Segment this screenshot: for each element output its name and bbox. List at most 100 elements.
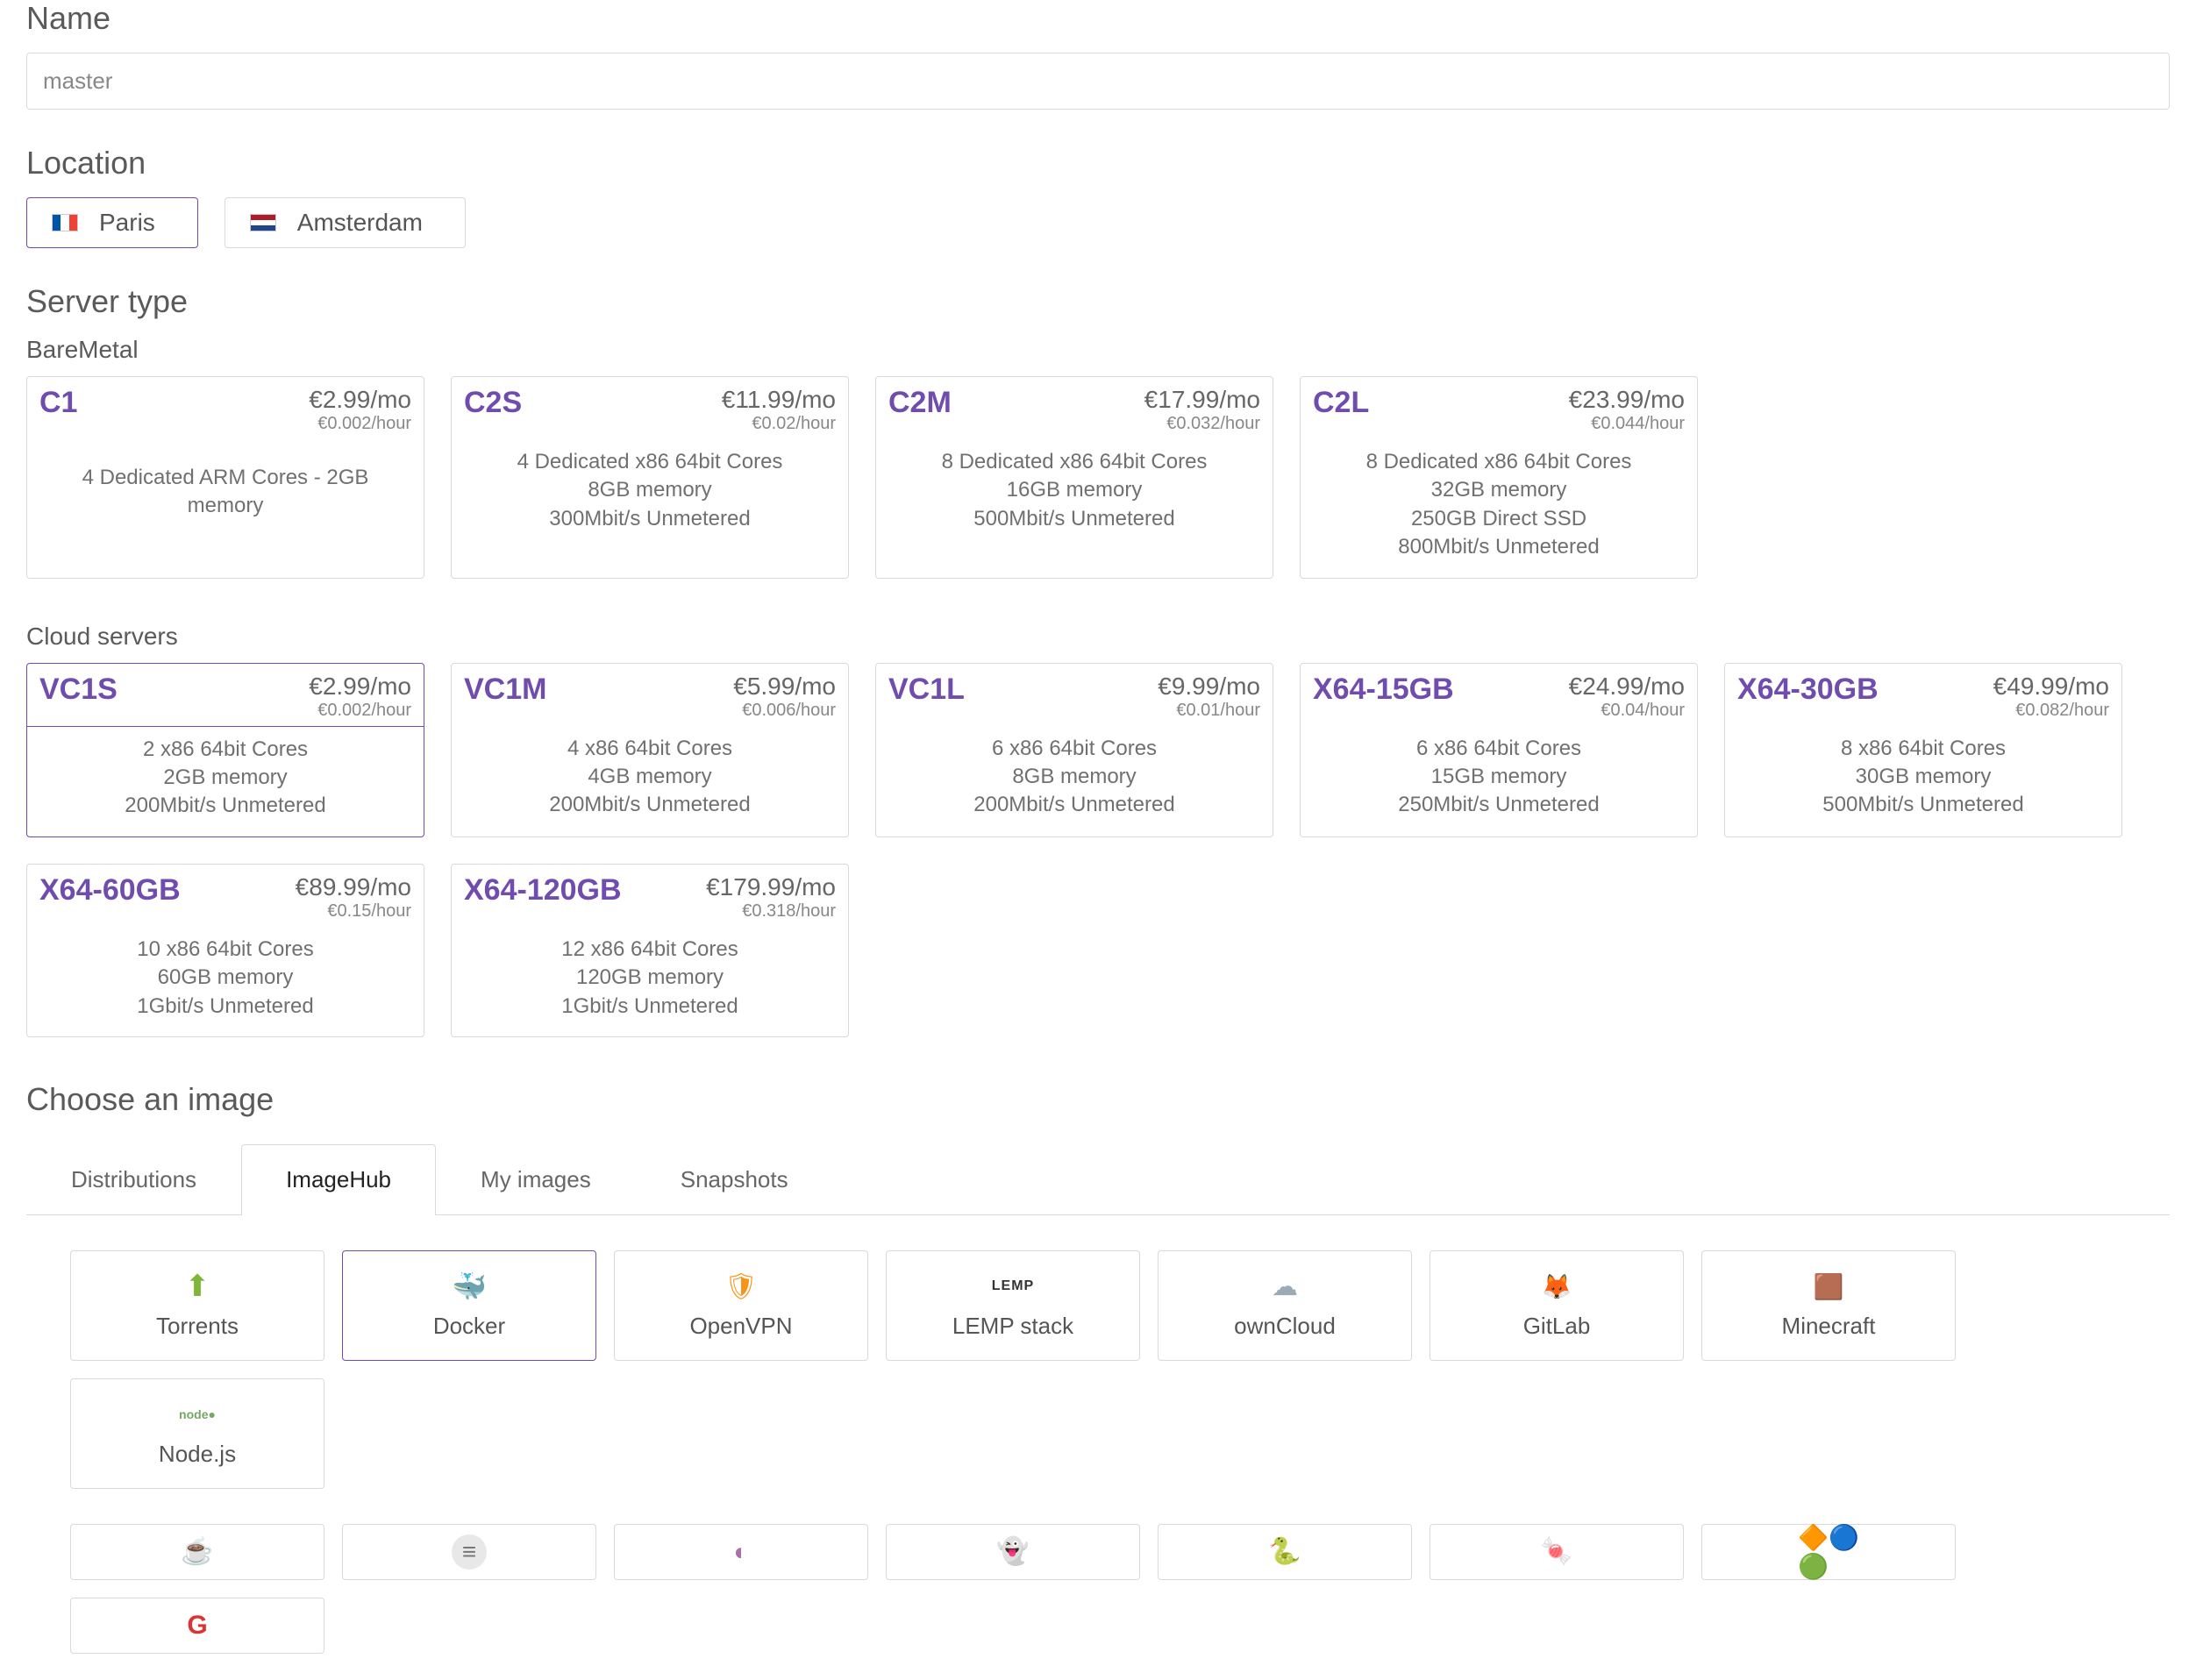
image-card-generic[interactable]: ≡ bbox=[342, 1524, 596, 1580]
server-card-price: €49.99/mo€0.082/hour bbox=[1993, 673, 2109, 721]
image-card-label: Node.js bbox=[159, 1441, 236, 1468]
heading-name: Name bbox=[26, 0, 2170, 37]
cluster-icon: 🔶🔵🟢 bbox=[1805, 1536, 1852, 1568]
server-card-name: X64-120GB bbox=[464, 873, 622, 908]
openvpn-icon: 🛡 bbox=[717, 1271, 765, 1302]
server-card-specs: 4 Dedicated x86 64bit Cores8GB memory300… bbox=[452, 439, 848, 549]
server-card-specs: 6 x86 64bit Cores8GB memory200Mbit/s Unm… bbox=[876, 726, 1273, 836]
tab-snapshots[interactable]: Snapshots bbox=[636, 1144, 833, 1214]
tab-distributions[interactable]: Distributions bbox=[26, 1144, 241, 1214]
server-card-price: €9.99/mo€0.01/hour bbox=[1158, 673, 1260, 721]
image-card-red[interactable]: G bbox=[70, 1598, 324, 1654]
java-icon: ☕ bbox=[174, 1536, 221, 1568]
server-card-price: €2.99/mo€0.002/hour bbox=[309, 386, 411, 434]
server-card-name: X64-60GB bbox=[39, 873, 181, 908]
heading-location: Location bbox=[26, 145, 2170, 182]
docker-icon: 🐳 bbox=[446, 1271, 493, 1302]
image-card-torrents[interactable]: ⬆ Torrents bbox=[70, 1250, 324, 1361]
image-card-gitlab[interactable]: 🦊 GitLab bbox=[1430, 1250, 1684, 1361]
server-card-price: €23.99/mo€0.044/hour bbox=[1569, 386, 1685, 434]
heading-choose-image: Choose an image bbox=[26, 1081, 2170, 1118]
flag-fr-icon bbox=[52, 214, 78, 231]
minecraft-icon: 🟫 bbox=[1805, 1271, 1852, 1302]
image-card-label: GitLab bbox=[1523, 1313, 1591, 1340]
generic-icon: ≡ bbox=[446, 1536, 493, 1568]
server-card-name: VC1S bbox=[39, 673, 118, 707]
server-card-specs: 8 x86 64bit Cores30GB memory500Mbit/s Un… bbox=[1725, 726, 2121, 836]
server-card-name: X64-15GB bbox=[1313, 673, 1454, 707]
image-card-label: LEMP stack bbox=[952, 1313, 1073, 1340]
image-card-cane[interactable]: 🍬 bbox=[1430, 1524, 1684, 1580]
server-card-x64-30gb[interactable]: X64-30GB €49.99/mo€0.082/hour 8 x86 64bit … bbox=[1724, 663, 2122, 837]
server-card-price: €89.99/mo€0.15/hour bbox=[296, 873, 411, 922]
server-group-heading: BareMetal bbox=[26, 336, 2170, 364]
image-card-java[interactable]: ☕ bbox=[70, 1524, 324, 1580]
image-tabs: DistributionsImageHubMy imagesSnapshots bbox=[26, 1144, 2170, 1215]
server-card-c2s[interactable]: C2S €11.99/mo€0.02/hour 4 Dedicated x86 64… bbox=[451, 376, 849, 579]
server-card-specs: 4 x86 64bit Cores4GB memory200Mbit/s Unm… bbox=[452, 726, 848, 836]
server-card-c2l[interactable]: C2L €23.99/mo€0.044/hour 8 Dedicated x86 6… bbox=[1300, 376, 1698, 579]
server-card-specs: 10 x86 64bit Cores60GB memory1Gbit/s Unm… bbox=[27, 927, 424, 1036]
image-card-presta[interactable]: ◐ bbox=[614, 1524, 868, 1580]
presta-icon: ◐ bbox=[717, 1536, 765, 1568]
server-card-vc1s[interactable]: VC1S €2.99/mo€0.002/hour 2 x86 64bit Cores… bbox=[26, 663, 424, 837]
server-card-name: C2S bbox=[464, 386, 522, 420]
server-card-price: €2.99/mo€0.002/hour bbox=[309, 673, 411, 721]
server-card-name: C1 bbox=[39, 386, 77, 420]
image-card-lemp-stack[interactable]: LEMP LEMP stack bbox=[886, 1250, 1140, 1361]
server-card-c1[interactable]: C1 €2.99/mo€0.002/hour 4 Dedicated ARM Cor… bbox=[26, 376, 424, 579]
server-card-row: C1 €2.99/mo€0.002/hour 4 Dedicated ARM Cor… bbox=[26, 376, 2170, 579]
heading-server-type: Server type bbox=[26, 283, 2170, 320]
location-list: Paris Amsterdam bbox=[26, 197, 2170, 248]
cane-icon: 🍬 bbox=[1533, 1536, 1580, 1568]
server-group-heading: Cloud servers bbox=[26, 623, 2170, 651]
server-card-x64-15gb[interactable]: X64-15GB €24.99/mo€0.04/hour 6 x86 64bit C… bbox=[1300, 663, 1698, 837]
image-card-cluster[interactable]: 🔶🔵🟢 bbox=[1701, 1524, 1956, 1580]
red-icon: G bbox=[174, 1610, 221, 1641]
server-card-specs: 12 x86 64bit Cores120GB memory1Gbit/s Un… bbox=[452, 927, 848, 1036]
server-card-price: €11.99/mo€0.02/hour bbox=[722, 386, 836, 434]
image-card-docker[interactable]: 🐳Docker bbox=[342, 1250, 596, 1361]
server-card-vc1m[interactable]: VC1M€5.99/mo€0.006/hour4 x86 64bit Cores… bbox=[451, 663, 849, 837]
server-card-price: €179.99/mo€0.318/hour bbox=[706, 873, 836, 922]
server-card-vc1l[interactable]: VC1L€9.99/mo€0.01/hour6 x86 64bit Cores8… bbox=[875, 663, 1273, 837]
server-card-name: C2L bbox=[1313, 386, 1369, 420]
server-card-row: VC1S €2.99/mo€0.002/hour 2 x86 64bit Cores… bbox=[26, 663, 2170, 1037]
server-card-x64-60gb[interactable]: X64-60GB €89.99/mo€0.15/hour 10 x86 64bit … bbox=[26, 864, 424, 1037]
image-card-py[interactable]: 🐍 bbox=[1158, 1524, 1412, 1580]
image-card-label: ownCloud bbox=[1234, 1313, 1336, 1340]
image-card-openvpn[interactable]: 🛡OpenVPN bbox=[614, 1250, 868, 1361]
server-card-price: €17.99/mo€0.032/hour bbox=[1144, 386, 1260, 434]
image-card-ghost[interactable]: 👻 bbox=[886, 1524, 1140, 1580]
server-card-c2m[interactable]: C2M €17.99/mo€0.032/hour 8 Dedicated x86 6… bbox=[875, 376, 1273, 579]
flag-nl-icon bbox=[250, 214, 276, 231]
tab-imagehub[interactable]: ImageHub bbox=[241, 1144, 436, 1215]
image-card-minecraft[interactable]: 🟫Minecraft bbox=[1701, 1250, 1956, 1361]
image-card-label: Torrents bbox=[156, 1313, 239, 1340]
server-card-specs: 4 Dedicated ARM Cores - 2GB memory bbox=[27, 439, 424, 545]
server-card-specs: 8 Dedicated x86 64bit Cores32GB memory25… bbox=[1301, 439, 1697, 578]
server-card-x64-120gb[interactable]: X64-120GB €179.99/mo€0.318/hour 12 x86 64b… bbox=[451, 864, 849, 1037]
tab-my-images[interactable]: My images bbox=[436, 1144, 636, 1214]
location-amsterdam[interactable]: Amsterdam bbox=[225, 197, 466, 248]
server-name-input[interactable] bbox=[26, 53, 2170, 110]
torrent-icon: ⬆ bbox=[174, 1271, 221, 1302]
server-card-price: €24.99/mo€0.04/hour bbox=[1569, 673, 1685, 721]
image-card-node-js[interactable]: node● Node.js bbox=[70, 1378, 324, 1489]
location-paris[interactable]: Paris bbox=[26, 197, 198, 248]
location-label: Paris bbox=[99, 209, 155, 237]
server-card-price: €5.99/mo€0.006/hour bbox=[733, 673, 836, 721]
nodejs-icon: node● bbox=[174, 1399, 221, 1430]
location-label: Amsterdam bbox=[297, 209, 423, 237]
server-card-specs: 8 Dedicated x86 64bit Cores16GB memory50… bbox=[876, 439, 1273, 549]
lemp-icon: LEMP bbox=[989, 1271, 1037, 1302]
gitlab-icon: 🦊 bbox=[1533, 1271, 1580, 1302]
owncloud-icon: ☁ bbox=[1261, 1271, 1308, 1302]
image-card-owncloud[interactable]: ☁ ownCloud bbox=[1158, 1250, 1412, 1361]
server-card-specs: 2 x86 64bit Cores2GB memory200Mbit/s Unm… bbox=[27, 727, 424, 836]
server-card-specs: 6 x86 64bit Cores15GB memory250Mbit/s Un… bbox=[1301, 726, 1697, 836]
ghost-icon: 👻 bbox=[989, 1536, 1037, 1568]
imagehub-row-1: ⬆ Torrents 🐳Docker🛡OpenVPN LEMP LEMP stack ☁ o… bbox=[26, 1215, 2170, 1489]
server-card-name: C2M bbox=[888, 386, 952, 420]
server-card-name: X64-30GB bbox=[1737, 673, 1879, 707]
